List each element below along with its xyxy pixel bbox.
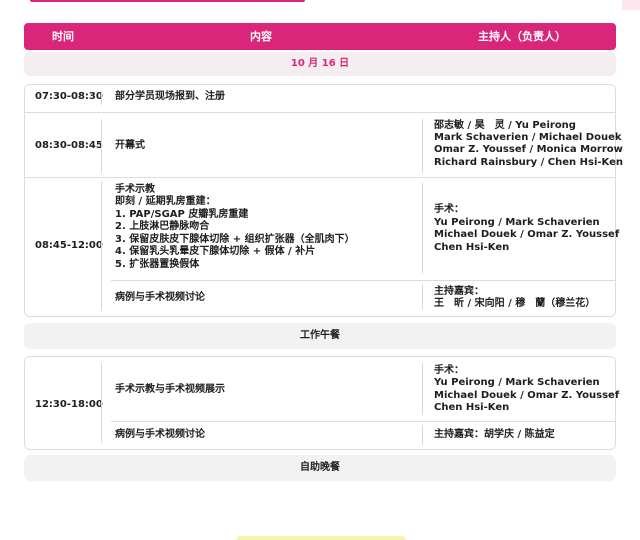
- time-afternoon: 12:30-18:00: [35, 399, 103, 410]
- content-line: 3. 保留皮肤皮下腺体切除 + 组织扩张器（全肌肉下）: [115, 234, 355, 245]
- content-row-2: 开幕式: [115, 140, 145, 151]
- morning-schedule-card: 07:30-08:30 部分学员现场报到、注册 08:30-08:45 开幕式 …: [24, 84, 623, 317]
- header-host: 主持人（负责人）: [478, 30, 566, 43]
- content-afternoon: 手术示教与手术视频展示: [115, 384, 225, 395]
- sub-row-separator: [111, 421, 615, 422]
- content-line: 即刻 / 延期乳房重建：: [115, 196, 216, 207]
- divider: [101, 91, 102, 105]
- divider: [422, 363, 423, 415]
- divider: [422, 119, 423, 173]
- host-line: Yu Peirong / Mark Schaverien: [434, 217, 600, 228]
- divider: [422, 425, 423, 445]
- divider: [101, 181, 102, 311]
- row-separator: [25, 177, 615, 178]
- sub-content-afternoon: 病例与手术视频讨论: [115, 429, 205, 440]
- row-separator: [25, 112, 615, 113]
- lunch-band: 工作午餐: [24, 323, 616, 349]
- header-content: 内容: [250, 30, 272, 43]
- host-line: Michael Douek / Omar Z. Youssef: [434, 390, 620, 401]
- divider: [422, 183, 423, 273]
- table-header: 时间 内容 主持人（负责人）: [24, 23, 616, 50]
- host-line: Chen Hsi-Ken: [434, 402, 510, 413]
- bottom-accent-bar: [236, 536, 406, 540]
- host-line: Omar Z. Youssef / Monica Morrow: [434, 144, 623, 155]
- divider: [422, 284, 423, 310]
- top-accent-bar: [30, 0, 305, 2]
- date-band: 10 月 16 日: [24, 52, 616, 76]
- content-line: 2. 上肢淋巴静脉吻合: [115, 221, 210, 232]
- sub-host-line: 主持嘉宾：: [434, 286, 484, 297]
- host-line: Chen Hsi-Ken: [434, 242, 510, 253]
- header-time: 时间: [52, 30, 74, 43]
- host-line: Richard Rainsbury / Chen Hsi-Ken: [434, 157, 623, 168]
- corner-accent: [622, 0, 640, 10]
- sub-host-afternoon: 主持嘉宾：胡学庆 / 陈益定: [434, 429, 555, 440]
- host-line: 手术：: [434, 204, 464, 215]
- host-line: 邵志敏 / 昊 灵 / Yu Peirong: [434, 120, 576, 131]
- content-line: 5. 扩张器置换假体: [115, 259, 200, 270]
- content-line: 手术示教: [115, 184, 155, 195]
- time-row-3: 08:45-12:00: [35, 240, 103, 251]
- host-line: Michael Douek / Omar Z. Youssef: [434, 229, 620, 240]
- host-line: 手术：: [434, 365, 464, 376]
- time-row-2: 08:30-08:45: [35, 140, 103, 151]
- content-line: 4. 保留乳头乳晕皮下腺体切除 + 假体 / 补片: [115, 246, 316, 257]
- dinner-band: 自助晚餐: [24, 455, 616, 481]
- sub-host-line: 王 昕 / 宋向阳 / 穆 蘭（穆兰花）: [434, 298, 596, 309]
- sub-row-separator: [111, 280, 615, 281]
- sub-content: 病例与手术视频讨论: [115, 292, 205, 303]
- afternoon-schedule-card: 12:30-18:00 手术示教与手术视频展示 手术： Yu Peirong /…: [24, 356, 620, 450]
- content-line: 1. PAP/SGAP 皮瓣乳房重建: [115, 209, 249, 220]
- content-row-1: 部分学员现场报到、注册: [115, 91, 225, 102]
- divider: [101, 119, 102, 173]
- host-line: Yu Peirong / Mark Schaverien: [434, 377, 600, 388]
- divider: [101, 363, 102, 443]
- host-line: Mark Schaverien / Michael Douek: [434, 132, 622, 143]
- time-row-1: 07:30-08:30: [35, 91, 103, 102]
